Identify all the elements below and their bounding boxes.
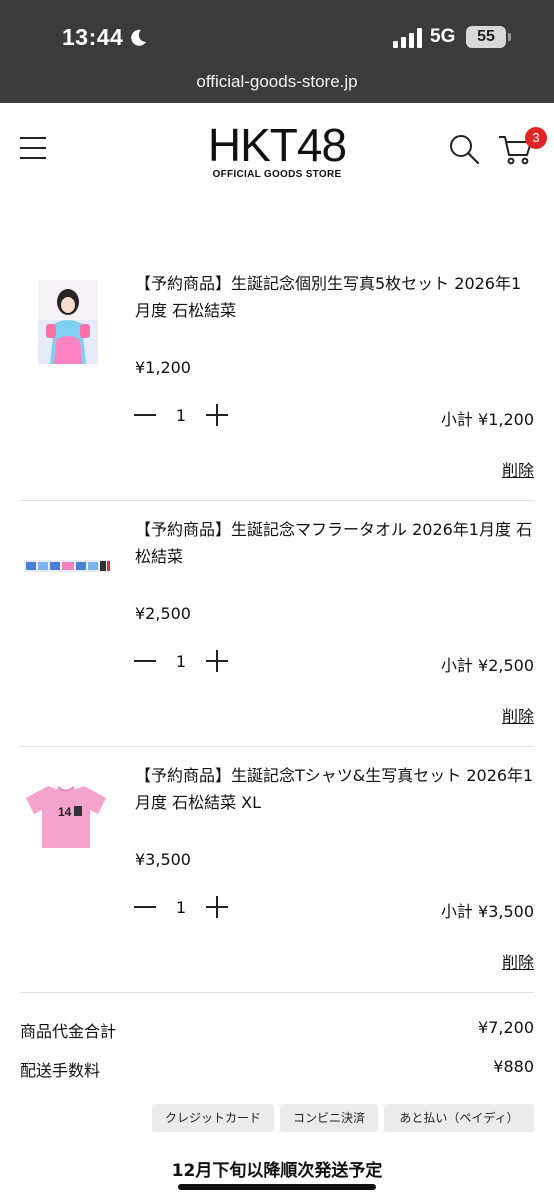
cart-item: 【予約商品】生誕記念個別生写真5枚セット 2026年1月度 石松結菜 ¥1,20… xyxy=(0,270,554,516)
quantity-value: 1 xyxy=(175,406,187,425)
tshirt-thumbnail: 14 xyxy=(26,786,106,848)
cart-item: 【予約商品】生誕記念マフラータオル 2026年1月度 石松結菜 ¥2,500 1… xyxy=(0,516,554,762)
item-subtotal: 小計 ¥2,500 xyxy=(440,656,534,675)
cellular-signal-icon xyxy=(393,28,422,48)
network-type: 5G xyxy=(430,26,456,47)
browser-chrome: 13:44 5G 55 official-goods-store.jp xyxy=(0,0,554,103)
divider xyxy=(20,746,534,747)
photo-set-thumbnail xyxy=(38,280,98,364)
item-price: ¥3,500 xyxy=(135,850,191,869)
home-indicator[interactable] xyxy=(178,1184,376,1190)
shipping-fee-value: ¥880 xyxy=(493,1057,534,1076)
shipping-schedule-note: 12月下旬以降順次発送予定 xyxy=(171,1161,383,1181)
shipping-fee-label: 配送手数料 xyxy=(20,1061,101,1080)
quantity-decrease-button[interactable] xyxy=(134,404,156,426)
quantity-increase-button[interactable] xyxy=(206,650,228,672)
quantity-decrease-button[interactable] xyxy=(134,650,156,672)
moon-icon xyxy=(131,29,146,46)
site-header: HKT48 OFFICIAL GOODS STORE xyxy=(0,103,554,193)
item-price: ¥2,500 xyxy=(135,604,191,623)
url-bar[interactable]: official-goods-store.jp xyxy=(0,72,554,92)
divider xyxy=(20,992,534,993)
payment-tag-convenience-store: コンビニ決済 xyxy=(280,1104,378,1132)
payment-tag-credit-card: クレジットカード xyxy=(152,1104,274,1132)
item-price: ¥1,200 xyxy=(135,358,191,377)
item-subtotal: 小計 ¥1,200 xyxy=(440,410,534,429)
battery-icon: 55 xyxy=(466,26,506,48)
delete-link[interactable]: 削除 xyxy=(502,949,534,973)
item-subtotal: 小計 ¥3,500 xyxy=(440,902,534,921)
goods-total-value: ¥7,200 xyxy=(478,1018,534,1037)
divider xyxy=(20,500,534,501)
quantity-value: 1 xyxy=(175,652,187,671)
menu-icon[interactable] xyxy=(20,137,46,159)
item-title[interactable]: 【予約商品】生誕記念個別生写真5枚セット 2026年1月度 石松結菜 xyxy=(135,270,535,324)
cart-item: 14 【予約商品】生誕記念Tシャツ&生写真セット 2026年1月度 石松結菜 X… xyxy=(0,762,554,1008)
status-time: 13:44 xyxy=(62,24,124,50)
quantity-increase-button[interactable] xyxy=(206,404,228,426)
battery-tip xyxy=(508,33,511,41)
payment-methods: クレジットカード コンビニ決済 あと払い（ペイディ） xyxy=(152,1104,534,1134)
search-icon[interactable] xyxy=(448,133,480,165)
quantity-decrease-button[interactable] xyxy=(134,896,156,918)
shipping-fee-row: 配送手数料 ¥880 xyxy=(20,1057,534,1083)
logo-main: HKT48 xyxy=(207,119,347,171)
delete-link[interactable]: 削除 xyxy=(502,457,534,481)
cart-count-badge: 3 xyxy=(525,127,547,149)
quantity-increase-button[interactable] xyxy=(206,896,228,918)
item-title[interactable]: 【予約商品】生誕記念Tシャツ&生写真セット 2026年1月度 石松結菜 XL xyxy=(135,762,535,816)
delete-link[interactable]: 削除 xyxy=(502,703,534,727)
quantity-value: 1 xyxy=(175,898,187,917)
svg-text:14: 14 xyxy=(58,805,72,819)
payment-tag-paidy: あと払い（ペイディ） xyxy=(384,1104,534,1132)
status-bar: 13:44 5G 55 xyxy=(0,22,554,58)
goods-total-row: 商品代金合計 ¥7,200 xyxy=(20,1018,534,1044)
store-logo[interactable]: HKT48 OFFICIAL GOODS STORE xyxy=(196,121,358,180)
towel-thumbnail xyxy=(24,560,110,572)
goods-total-label: 商品代金合計 xyxy=(20,1022,117,1041)
logo-sub: OFFICIAL GOODS STORE xyxy=(212,169,342,180)
item-title[interactable]: 【予約商品】生誕記念マフラータオル 2026年1月度 石松結菜 xyxy=(135,516,535,570)
